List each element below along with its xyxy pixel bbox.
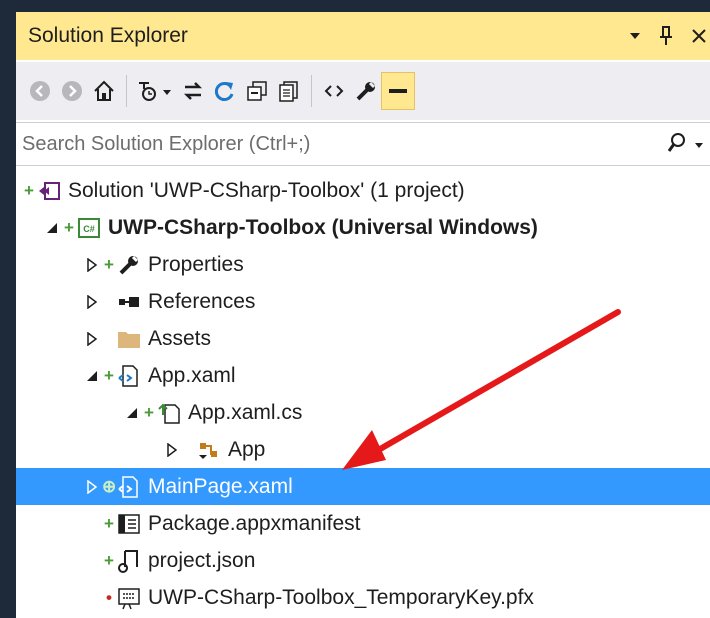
refresh-icon[interactable] <box>209 73 241 109</box>
tree-item-package-manifest[interactable]: + Package.appxmanifest <box>16 505 710 542</box>
wrench-icon <box>116 252 142 278</box>
tree-item-label: UWP-CSharp-Toolbox (Universal Windows) <box>108 215 538 239</box>
solution-icon <box>36 178 62 204</box>
svg-text:C#: C# <box>83 224 95 234</box>
history-icon[interactable] <box>133 73 177 109</box>
toolbar <box>16 62 710 120</box>
window-frame: Solution Explorer Search Solution Explor… <box>0 0 710 618</box>
view-code-icon[interactable] <box>318 73 350 109</box>
class-icon <box>196 437 222 463</box>
json-file-icon <box>116 548 142 574</box>
tree-item-label: UWP-CSharp-Toolbox_TemporaryKey.pfx <box>148 585 534 609</box>
dropdown-menu-icon[interactable] <box>628 29 642 43</box>
git-add-badge-icon: + <box>64 217 74 237</box>
expanded-triangle-icon[interactable] <box>42 218 62 238</box>
tree-item-label: Assets <box>148 326 212 350</box>
window-border-top <box>0 0 710 12</box>
tree-item-label: App.xaml <box>148 363 236 387</box>
tree-item-project-json[interactable]: + project.json <box>16 542 710 579</box>
git-untracked-badge-icon: • <box>106 587 112 607</box>
expanded-triangle-icon[interactable] <box>82 366 102 386</box>
solution-explorer-panel: Solution Explorer Search Solution Explor… <box>16 12 710 618</box>
back-icon[interactable] <box>24 73 56 109</box>
folder-icon <box>116 326 142 352</box>
tree-item-mainpage-xaml[interactable]: ⊕ MainPage.xaml <box>16 468 710 505</box>
toolbar-separator <box>311 75 312 107</box>
tree-item-label: MainPage.xaml <box>148 474 293 498</box>
tree-item-temporary-key[interactable]: • UWP-CSharp-Toolbox_TemporaryKey.pfx <box>16 579 710 616</box>
expanded-triangle-icon[interactable] <box>122 403 142 423</box>
git-add-badge-icon: + <box>104 513 114 533</box>
search-input[interactable] <box>20 131 644 157</box>
tree-item-app-xaml-cs[interactable]: + App.xaml.cs <box>16 394 710 431</box>
sync-icon[interactable] <box>177 73 209 109</box>
xaml-file-icon <box>116 474 142 500</box>
panel-title-bar: Solution Explorer <box>16 12 710 60</box>
collapse-all-icon[interactable] <box>241 73 273 109</box>
git-add-badge-icon: + <box>104 365 114 385</box>
git-add-badge-icon: + <box>144 402 154 422</box>
tree-item-label: project.json <box>148 548 256 572</box>
toolbar-separator <box>126 75 127 107</box>
tree-item-references[interactable]: References <box>16 283 710 320</box>
tree-item-project[interactable]: + C# UWP-CSharp-Toolbox (Universal Windo… <box>16 209 710 246</box>
tree-item-properties[interactable]: + Properties <box>16 246 710 283</box>
tree-item-label: Package.appxmanifest <box>148 511 361 535</box>
csharp-file-icon <box>156 400 182 426</box>
certificate-icon <box>116 585 142 611</box>
manifest-icon <box>116 511 142 537</box>
tree-item-label: References <box>148 289 256 313</box>
pin-icon[interactable] <box>658 25 674 47</box>
tree-item-label: Properties <box>148 252 244 276</box>
forward-icon[interactable] <box>56 73 88 109</box>
properties-icon[interactable] <box>350 73 382 109</box>
preview-icon[interactable] <box>381 72 415 110</box>
search-controls <box>666 131 704 160</box>
collapsed-triangle-icon[interactable] <box>82 477 102 497</box>
collapsed-triangle-icon[interactable] <box>162 440 182 460</box>
tree-item-app-xaml[interactable]: + App.xaml <box>16 357 710 394</box>
csharp-project-icon: C# <box>76 215 102 241</box>
window-border-left <box>0 0 16 618</box>
collapsed-triangle-icon[interactable] <box>82 255 102 275</box>
search-box <box>16 122 710 166</box>
title-controls <box>628 12 710 60</box>
tree-item-label: Solution 'UWP-CSharp-Toolbox' (1 project… <box>68 178 465 202</box>
tree-item-app-class[interactable]: App <box>16 431 710 468</box>
search-icon[interactable] <box>666 131 688 160</box>
search-options-chevron-icon[interactable] <box>694 137 704 155</box>
panel-title: Solution Explorer <box>28 24 188 47</box>
tree-item-assets[interactable]: Assets <box>16 320 710 357</box>
xaml-file-icon <box>116 363 142 389</box>
git-add-badge-icon: + <box>104 254 114 274</box>
tree-item-label: App.xaml.cs <box>188 400 303 424</box>
git-add-badge-icon: + <box>24 180 34 200</box>
home-icon[interactable] <box>88 73 120 109</box>
references-icon <box>116 289 142 315</box>
tree-item-label: App <box>228 437 266 461</box>
collapsed-triangle-icon[interactable] <box>82 292 102 312</box>
git-add-badge-icon: + <box>104 550 114 570</box>
tree-item-solution[interactable]: + Solution 'UWP-CSharp-Toolbox' (1 proje… <box>16 172 710 209</box>
close-icon[interactable] <box>690 27 708 45</box>
collapsed-triangle-icon[interactable] <box>82 329 102 349</box>
show-all-files-icon[interactable] <box>273 73 305 109</box>
git-add-badge-icon: ⊕ <box>102 476 117 496</box>
